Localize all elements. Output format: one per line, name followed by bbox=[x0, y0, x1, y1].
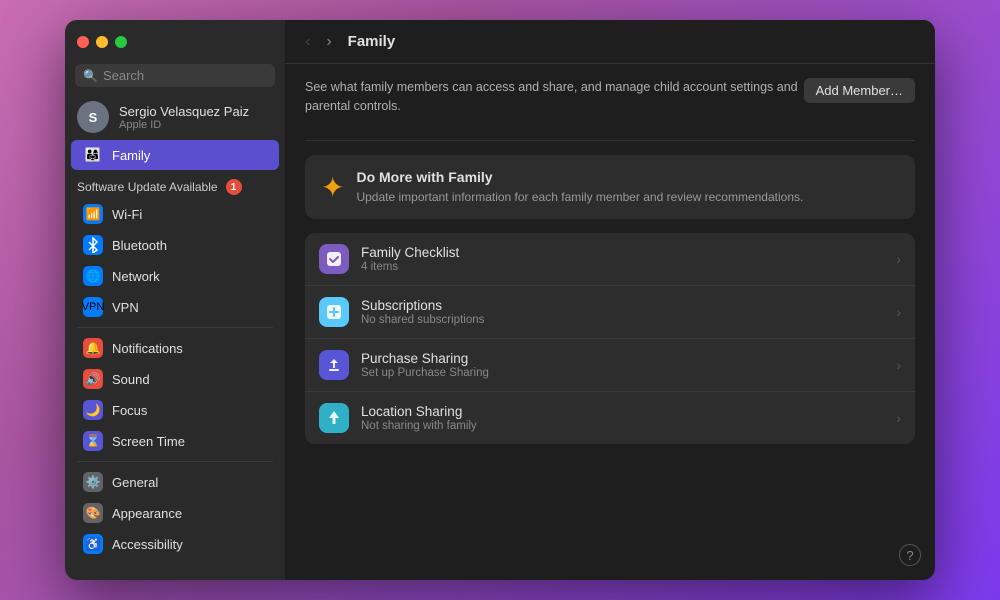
app-window: 🔍 Search S Sergio Velasquez Paiz Apple I… bbox=[65, 20, 935, 580]
sidebar-item-bluetooth[interactable]: Bluetooth bbox=[71, 230, 279, 260]
family-list: Family Checklist 4 items › bbox=[305, 233, 915, 444]
location-sharing-subtitle: Not sharing with family bbox=[361, 420, 884, 432]
close-button[interactable] bbox=[77, 36, 89, 48]
titlebar bbox=[65, 20, 285, 64]
main-wrapper: ‹ › Family Add Member… See what family m… bbox=[285, 20, 935, 580]
promo-text: Do More with Family Update important inf… bbox=[356, 169, 803, 206]
family-icon: 👨‍👩‍👧 bbox=[83, 145, 103, 165]
help-button[interactable]: ? bbox=[899, 544, 921, 566]
sidebar-item-label-appearance: Appearance bbox=[112, 506, 182, 521]
sidebar-item-focus[interactable]: 🌙 Focus bbox=[71, 395, 279, 425]
software-update-badge: 1 bbox=[226, 179, 242, 195]
promo-card: ✦ Do More with Family Update important i… bbox=[305, 155, 915, 220]
accessibility-icon: ♿ bbox=[83, 534, 103, 554]
search-icon: 🔍 bbox=[83, 69, 98, 83]
main-content: ‹ › Family Add Member… See what family m… bbox=[285, 20, 935, 580]
wifi-icon: 📶 bbox=[83, 204, 103, 224]
avatar: S bbox=[77, 101, 109, 133]
promo-description: Update important information for each fa… bbox=[356, 189, 803, 206]
general-icon: ⚙️ bbox=[83, 472, 103, 492]
software-update-label: Software Update Available bbox=[77, 180, 218, 194]
subscriptions-title: Subscriptions bbox=[361, 298, 884, 313]
back-button[interactable]: ‹ bbox=[301, 31, 314, 53]
sidebar-item-label-vpn: VPN bbox=[112, 300, 139, 315]
user-subtitle: Apple ID bbox=[119, 119, 249, 131]
location-sharing-icon bbox=[319, 403, 349, 433]
subscriptions-subtitle: No shared subscriptions bbox=[361, 314, 884, 326]
purchase-sharing-text: Purchase Sharing Set up Purchase Sharing bbox=[361, 351, 884, 379]
user-account-item[interactable]: S Sergio Velasquez Paiz Apple ID bbox=[65, 95, 285, 139]
list-item-checklist[interactable]: Family Checklist 4 items › bbox=[305, 233, 915, 286]
divider-2 bbox=[77, 461, 273, 462]
sidebar-item-label-network: Network bbox=[112, 269, 160, 284]
sidebar-item-vpn[interactable]: VPN VPN bbox=[71, 292, 279, 322]
list-item-subscriptions[interactable]: Subscriptions No shared subscriptions › bbox=[305, 286, 915, 339]
sidebar-item-screen-time[interactable]: ⌛ Screen Time bbox=[71, 426, 279, 456]
user-info: Sergio Velasquez Paiz Apple ID bbox=[119, 104, 249, 131]
list-item-purchase-sharing[interactable]: Purchase Sharing Set up Purchase Sharing… bbox=[305, 339, 915, 392]
focus-icon: 🌙 bbox=[83, 400, 103, 420]
network-icon: 🌐 bbox=[83, 266, 103, 286]
main-header: ‹ › Family bbox=[285, 20, 935, 64]
sidebar-item-accessibility[interactable]: ♿ Accessibility bbox=[71, 529, 279, 559]
sidebar-content: S Sergio Velasquez Paiz Apple ID 👨‍👩‍👧 F… bbox=[65, 95, 285, 580]
checklist-icon bbox=[319, 244, 349, 274]
search-placeholder: Search bbox=[103, 68, 144, 83]
minimize-button[interactable] bbox=[96, 36, 108, 48]
screen-time-icon: ⌛ bbox=[83, 431, 103, 451]
sidebar-item-sound[interactable]: 🔊 Sound bbox=[71, 364, 279, 394]
appearance-icon: 🎨 bbox=[83, 503, 103, 523]
chevron-icon: › bbox=[896, 304, 901, 320]
search-container: 🔍 Search bbox=[65, 64, 285, 95]
sidebar-item-label-accessibility: Accessibility bbox=[112, 537, 183, 552]
location-sharing-text: Location Sharing Not sharing with family bbox=[361, 404, 884, 432]
forward-button[interactable]: › bbox=[322, 31, 335, 53]
chevron-icon: › bbox=[896, 251, 901, 267]
software-update-section: Software Update Available 1 bbox=[65, 171, 285, 198]
purchase-sharing-title: Purchase Sharing bbox=[361, 351, 884, 366]
sidebar-item-label-wifi: Wi-Fi bbox=[112, 207, 142, 222]
main-body: Add Member… See what family members can … bbox=[285, 64, 935, 580]
purchase-sharing-subtitle: Set up Purchase Sharing bbox=[361, 367, 884, 379]
maximize-button[interactable] bbox=[115, 36, 127, 48]
sound-icon: 🔊 bbox=[83, 369, 103, 389]
purchase-sharing-icon bbox=[319, 350, 349, 380]
promo-icon: ✦ bbox=[321, 171, 344, 204]
checklist-subtitle: 4 items bbox=[361, 261, 884, 273]
checklist-text: Family Checklist 4 items bbox=[361, 245, 884, 273]
sidebar-item-appearance[interactable]: 🎨 Appearance bbox=[71, 498, 279, 528]
promo-title: Do More with Family bbox=[356, 169, 803, 185]
sidebar-item-label-family: Family bbox=[112, 148, 150, 163]
sidebar-item-label-screen-time: Screen Time bbox=[112, 434, 185, 449]
sidebar-item-label-sound: Sound bbox=[112, 372, 150, 387]
sidebar-item-label-focus: Focus bbox=[112, 403, 147, 418]
sidebar-item-label-bluetooth: Bluetooth bbox=[112, 238, 167, 253]
sidebar: 🔍 Search S Sergio Velasquez Paiz Apple I… bbox=[65, 20, 285, 580]
sidebar-item-notifications[interactable]: 🔔 Notifications bbox=[71, 333, 279, 363]
divider-1 bbox=[77, 327, 273, 328]
sidebar-item-network[interactable]: 🌐 Network bbox=[71, 261, 279, 291]
sidebar-item-label-general: General bbox=[112, 475, 158, 490]
checklist-title: Family Checklist bbox=[361, 245, 884, 260]
notifications-icon: 🔔 bbox=[83, 338, 103, 358]
sidebar-item-wifi[interactable]: 📶 Wi-Fi bbox=[71, 199, 279, 229]
search-box[interactable]: 🔍 Search bbox=[75, 64, 275, 87]
list-item-location-sharing[interactable]: Location Sharing Not sharing with family… bbox=[305, 392, 915, 444]
sidebar-item-family[interactable]: 👨‍👩‍👧 Family bbox=[71, 140, 279, 170]
description-section: Add Member… See what family members can … bbox=[305, 64, 915, 141]
user-name: Sergio Velasquez Paiz bbox=[119, 104, 249, 119]
sidebar-item-label-notifications: Notifications bbox=[112, 341, 183, 356]
vpn-icon: VPN bbox=[83, 297, 103, 317]
chevron-icon: › bbox=[896, 357, 901, 373]
subscriptions-text: Subscriptions No shared subscriptions bbox=[361, 298, 884, 326]
page-title: Family bbox=[348, 33, 396, 50]
subscriptions-icon bbox=[319, 297, 349, 327]
bluetooth-icon bbox=[83, 235, 103, 255]
location-sharing-title: Location Sharing bbox=[361, 404, 884, 419]
sidebar-item-general[interactable]: ⚙️ General bbox=[71, 467, 279, 497]
chevron-icon: › bbox=[896, 410, 901, 426]
add-member-button[interactable]: Add Member… bbox=[804, 78, 915, 103]
